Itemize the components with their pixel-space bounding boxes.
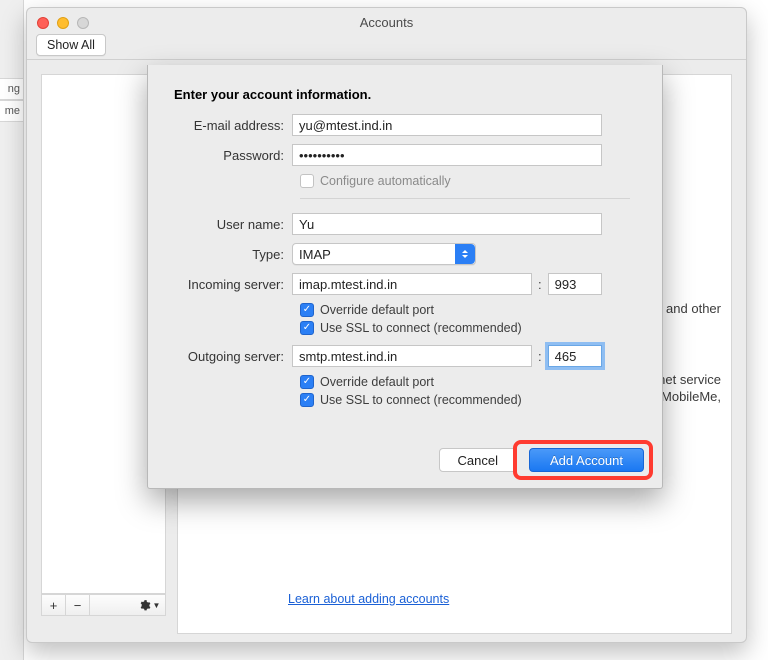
password-label: Password: bbox=[174, 148, 292, 163]
email-label: E-mail address: bbox=[174, 118, 292, 133]
remove-account-button[interactable]: − bbox=[66, 595, 90, 615]
incoming-ssl-checkbox[interactable] bbox=[300, 321, 314, 335]
incoming-server-field[interactable] bbox=[292, 273, 532, 295]
password-field[interactable] bbox=[292, 144, 602, 166]
outgoing-override-port-label: Override default port bbox=[320, 375, 434, 389]
window-titlebar: Accounts Show All bbox=[27, 8, 746, 60]
accounts-actions-menu[interactable]: ▼ bbox=[133, 599, 165, 612]
colon-separator: : bbox=[538, 277, 542, 292]
username-label: User name: bbox=[174, 217, 292, 232]
select-stepper-icon bbox=[455, 244, 475, 264]
incoming-override-port-label: Override default port bbox=[320, 303, 434, 317]
incoming-override-port-checkbox[interactable] bbox=[300, 303, 314, 317]
outgoing-override-port-checkbox[interactable] bbox=[300, 375, 314, 389]
username-field[interactable] bbox=[292, 213, 602, 235]
gear-icon bbox=[138, 599, 151, 612]
cancel-button[interactable]: Cancel bbox=[439, 448, 517, 472]
colon-separator-2: : bbox=[538, 349, 542, 364]
configure-auto-label: Configure automatically bbox=[320, 174, 451, 188]
window-close-icon[interactable] bbox=[37, 17, 49, 29]
outgoing-server-field[interactable] bbox=[292, 345, 532, 367]
account-type-select[interactable]: IMAP bbox=[292, 243, 476, 265]
toolbar: Show All bbox=[36, 34, 106, 56]
show-all-button[interactable]: Show All bbox=[36, 34, 106, 56]
traffic-lights bbox=[37, 17, 89, 29]
accounts-list-footer: + − ▼ bbox=[41, 594, 166, 616]
outgoing-ssl-label: Use SSL to connect (recommended) bbox=[320, 393, 522, 407]
sheet-title: Enter your account information. bbox=[174, 87, 636, 102]
chevron-down-icon: ▼ bbox=[153, 601, 161, 610]
email-field[interactable] bbox=[292, 114, 602, 136]
background-row-2: me bbox=[0, 100, 24, 122]
window-title: Accounts bbox=[27, 8, 746, 30]
learn-link[interactable]: Learn about adding accounts bbox=[288, 592, 449, 606]
separator bbox=[300, 198, 630, 199]
window-minimize-icon[interactable] bbox=[57, 17, 69, 29]
outgoing-port-field[interactable] bbox=[548, 345, 602, 367]
configure-auto-checkbox[interactable] bbox=[300, 174, 314, 188]
incoming-port-field[interactable] bbox=[548, 273, 602, 295]
account-type-value: IMAP bbox=[299, 247, 331, 262]
background-row-1: ng bbox=[0, 78, 24, 100]
add-account-sheet: Enter your account information. E-mail a… bbox=[147, 65, 663, 489]
add-account-button-primary[interactable]: Add Account bbox=[529, 448, 644, 472]
type-label: Type: bbox=[174, 247, 292, 262]
add-account-button[interactable]: + bbox=[42, 595, 66, 615]
outgoing-label: Outgoing server: bbox=[174, 349, 292, 364]
incoming-label: Incoming server: bbox=[174, 277, 292, 292]
window-zoom-icon bbox=[77, 17, 89, 29]
sheet-button-row: Cancel Add Account bbox=[439, 448, 644, 472]
outgoing-ssl-checkbox[interactable] bbox=[300, 393, 314, 407]
incoming-ssl-label: Use SSL to connect (recommended) bbox=[320, 321, 522, 335]
